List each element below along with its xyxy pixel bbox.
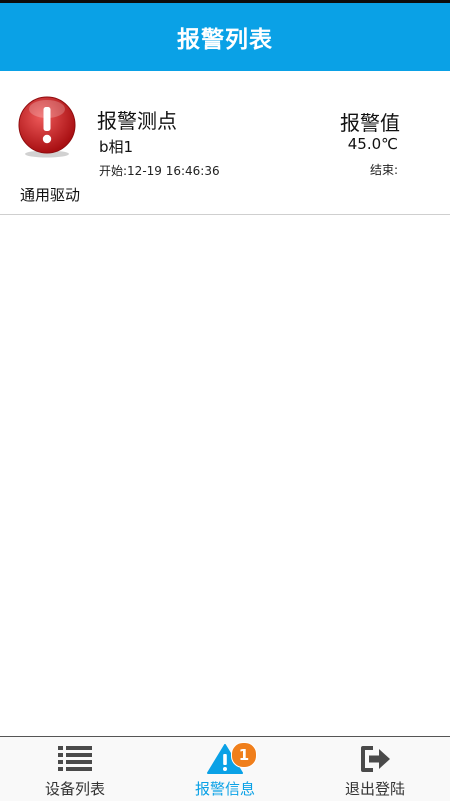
page-title: 报警列表 — [177, 27, 273, 53]
tab-device-list-label: 设备列表 — [44, 780, 105, 798]
tab-alarm-info-label: 报警信息 — [194, 780, 255, 798]
list-icon — [58, 744, 92, 774]
alarm-driver-name: 通用驱动 — [20, 186, 81, 204]
alarm-exclamation-icon — [18, 96, 76, 158]
tab-logout-label: 退出登陆 — [344, 780, 405, 798]
bottom-navigation: 设备列表 1 报警信息 退出登陆 — [0, 736, 450, 801]
logout-icon — [359, 744, 391, 774]
alarm-list-item[interactable]: 报警测点 b相1 开始:12-19 16:46:36 通用驱动 报警值 45.0… — [0, 71, 450, 215]
list-empty-area — [0, 215, 450, 735]
tab-device-list[interactable]: 设备列表 — [0, 737, 150, 801]
alarm-count-badge: 1 — [231, 742, 257, 768]
alarm-end-time: 结束: — [369, 163, 398, 177]
tab-alarm-info[interactable]: 1 报警信息 — [150, 737, 300, 801]
alarm-point-label: 报警测点 — [97, 109, 177, 133]
tab-logout[interactable]: 退出登陆 — [300, 737, 450, 801]
alarm-value-label: 报警值 — [340, 111, 400, 135]
alarm-start-time: 开始:12-19 16:46:36 — [99, 164, 220, 178]
alarm-point-value: b相1 — [99, 138, 134, 156]
app-header: 报警列表 — [0, 3, 450, 71]
warning-icon: 1 — [207, 742, 257, 774]
alarm-value-number: 45.0℃ — [347, 135, 398, 153]
